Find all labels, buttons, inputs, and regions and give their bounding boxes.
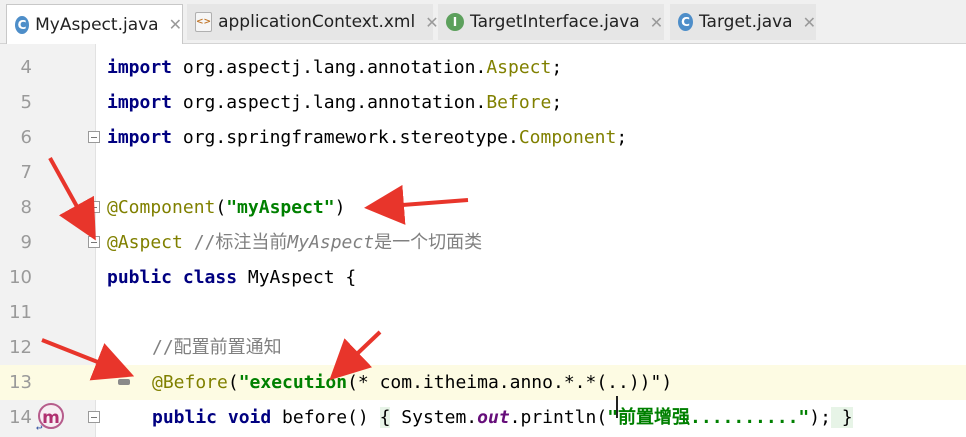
arrow-to-execution [329, 330, 382, 381]
arrow-to-gutter-marker [41, 338, 135, 381]
annotation-arrows [41, 157, 469, 381]
arrow-to-component [364, 184, 469, 225]
arrow-to-aspect [48, 157, 96, 241]
